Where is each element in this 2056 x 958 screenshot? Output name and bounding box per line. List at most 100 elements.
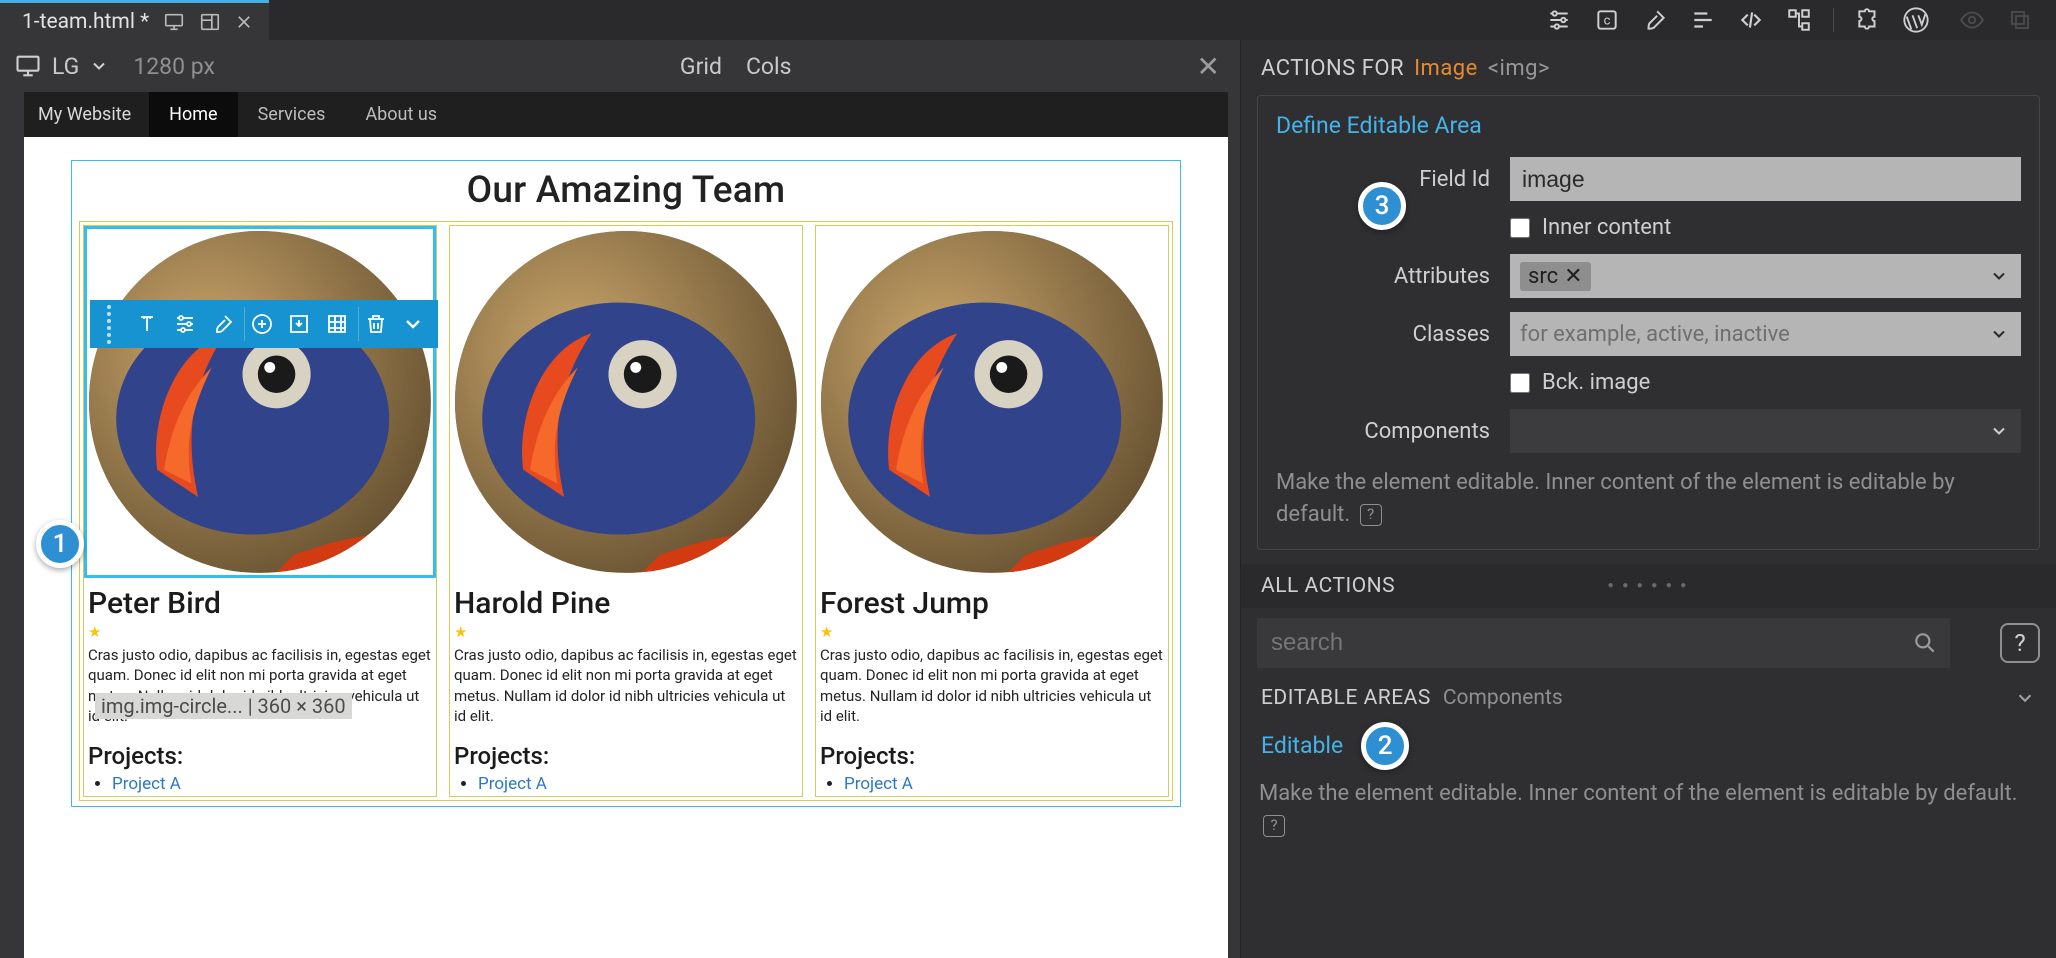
team-image[interactable] [452,228,800,576]
attribute-chip[interactable]: src✕ [1520,262,1591,291]
team-name[interactable]: Peter Bird [88,586,434,621]
chevron-down-icon [89,56,109,76]
projects-label: Projects: [88,742,434,770]
team-image[interactable] [86,228,434,576]
team-card[interactable]: Forest Jump ★ Cras justo odio, dapibus a… [816,226,1168,796]
top-toolbar: c [1531,0,2056,40]
nav-item-services[interactable]: Services [238,92,346,137]
project-link[interactable]: Project A [844,774,913,794]
team-desc[interactable]: Cras justo odio, dapibus ac facilisis in… [454,645,798,726]
svg-text:c: c [1604,13,1611,28]
align-settings-icon[interactable] [1679,0,1727,40]
grid-icon[interactable] [320,307,354,341]
sliders-icon[interactable] [168,307,202,341]
bck-image-checkbox[interactable] [1510,373,1530,393]
star-icon: ★ [820,623,1166,641]
selection-toolbar[interactable] [90,300,438,348]
team-name[interactable]: Harold Pine [454,586,800,621]
trash-icon[interactable] [358,307,392,341]
section-help: Make the element editable. Inner content… [1276,467,2021,531]
editable-item[interactable]: Editable 2 [1241,714,2056,772]
text-tool-icon[interactable] [130,307,164,341]
parrot-image-icon [455,231,796,572]
remove-chip-icon[interactable]: ✕ [1564,264,1582,289]
wordpress-icon[interactable] [1892,0,1940,40]
device-selector[interactable]: LG [14,52,109,80]
copy-panels-icon[interactable] [1996,0,2044,40]
team-name[interactable]: Forest Jump [820,586,1166,621]
chevron-down-icon [1989,324,2009,344]
search-input[interactable] [1257,618,1950,668]
canvas-body: My Website Home Services About us Our Am… [0,92,1240,958]
fieldid-input[interactable] [1510,157,2021,201]
toggle-cols[interactable]: Cols [746,53,792,80]
help-icon[interactable]: ? [1263,815,1285,837]
attributes-label: Attributes [1276,264,1496,289]
projects-list: Project A [478,774,800,794]
team-desc[interactable]: Cras justo odio, dapibus ac facilisis in… [820,645,1164,726]
nav-item-home[interactable]: Home [149,92,237,137]
device-desktop-icon [163,11,185,33]
selection-info: img.img-circle... | 360 × 360 [95,693,352,719]
actions-search: ? [1241,608,2056,678]
page-content: Our Amazing Team Peter Bird ★ [24,137,1228,846]
canvas-bar: LG 1280 px Grid Cols ✕ [0,40,1240,92]
insert-into-icon[interactable] [282,307,316,341]
drag-grip-icon[interactable] [98,305,120,344]
actions-prefix: ACTIONS FOR [1261,56,1404,81]
inner-content-checkbox[interactable] [1510,218,1530,238]
all-actions-header[interactable]: ALL ACTIONS ● ● ● ● ● ● [1241,564,2056,608]
chevron-down-icon[interactable] [396,307,430,341]
component-box-icon[interactable]: c [1583,0,1631,40]
projects-label: Projects: [454,742,800,770]
attributes-select[interactable]: src✕ [1510,254,2021,298]
actions-element: Image [1414,56,1478,81]
puzzle-icon[interactable] [1844,0,1892,40]
bck-image-label: Bck. image [1542,370,1650,395]
close-canvas-icon[interactable]: ✕ [1191,50,1226,83]
toolbar-divider [1833,8,1834,32]
visibility-eye-icon[interactable] [1948,0,1996,40]
add-circle-icon[interactable] [244,307,278,341]
code-icon[interactable] [1727,0,1775,40]
team-card[interactable]: Harold Pine ★ Cras justo odio, dapibus a… [450,226,802,796]
step-badge-3: 3 [1358,182,1406,230]
brush-icon[interactable] [1631,0,1679,40]
tab-file[interactable]: 1-team.html * [0,0,269,40]
close-icon[interactable] [235,13,253,31]
project-link[interactable]: Project A [112,774,181,794]
tab-bar: 1-team.html * [0,0,269,40]
page-preview[interactable]: My Website Home Services About us Our Am… [24,92,1228,958]
toggle-grid[interactable]: Grid [680,53,722,80]
help-icon[interactable]: ? [1360,504,1382,526]
tree-structure-icon[interactable] [1775,0,1823,40]
classes-label: Classes [1276,322,1496,347]
help-button[interactable]: ? [2000,623,2040,663]
drag-dots-icon[interactable]: ● ● ● ● ● ● [1608,580,1690,591]
actions-header: ACTIONS FOR Image <img> [1241,40,2056,95]
page-title[interactable]: Our Amazing Team [80,169,1172,212]
site-nav: My Website Home Services About us [24,92,1228,137]
step-badge-1: 1 [36,520,84,568]
classes-select[interactable]: for example, active, inactive [1510,312,2021,356]
device-desktop-icon [14,52,42,80]
nav-item-about[interactable]: About us [345,92,457,137]
brush-icon[interactable] [206,307,240,341]
chevron-down-icon[interactable] [2014,687,2036,709]
tab-strip: 1-team.html * c [0,0,2056,40]
editable-areas-header[interactable]: EDITABLE AREAS Components [1241,678,2056,714]
components-label: Components [1276,419,1496,444]
right-panel: ACTIONS FOR Image <img> Define Editable … [1240,40,2056,958]
site-brand[interactable]: My Website [24,104,149,125]
search-icon [1912,630,1938,656]
projects-list: Project A [844,774,1166,794]
sliders-icon[interactable] [1535,0,1583,40]
components-select[interactable] [1510,409,2021,453]
projects-list: Project A [112,774,434,794]
device-name: LG [52,53,79,80]
section-title: Define Editable Area [1276,112,2021,139]
editable-help: Make the element editable. Inner content… [1259,778,2038,842]
team-image[interactable] [818,228,1166,576]
project-link[interactable]: Project A [478,774,547,794]
layout-split-icon [199,11,221,33]
